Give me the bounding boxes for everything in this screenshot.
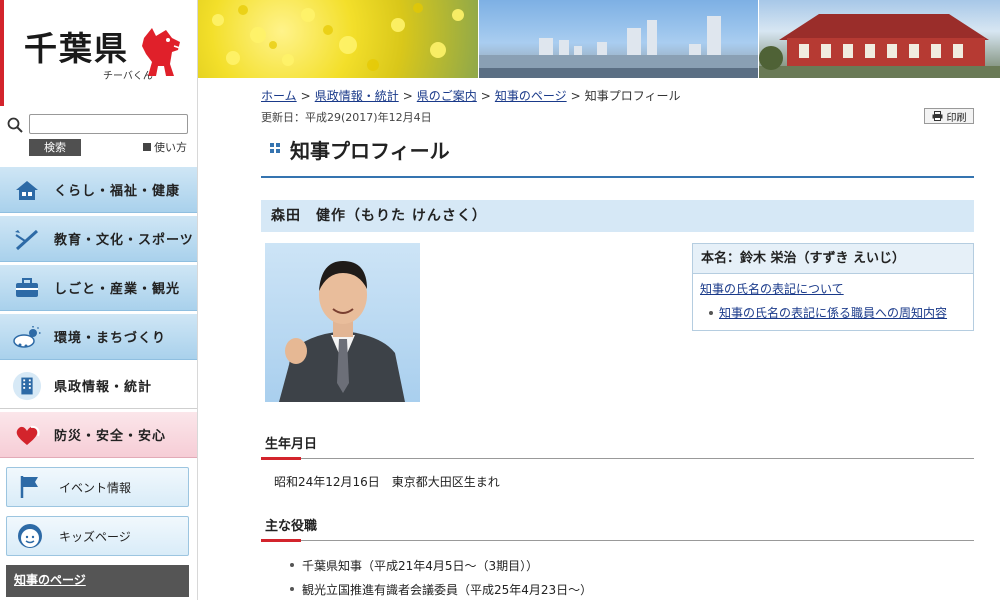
birth-date-heading: 生年月日 bbox=[261, 433, 974, 460]
roles-list: 千葉県知事（平成21年4月5日～（3期目）） 観光立国推進有識者会議委員（平成2… bbox=[290, 553, 592, 600]
search-button[interactable]: 検索 bbox=[29, 139, 81, 156]
building-icon bbox=[12, 371, 42, 401]
briefcase-icon bbox=[12, 273, 42, 303]
search-input[interactable] bbox=[29, 114, 188, 134]
flag-icon bbox=[15, 472, 45, 502]
name-notation-link[interactable]: 知事の氏名の表記について bbox=[700, 280, 844, 297]
sidebar-item-label: 県政情報・統計 bbox=[54, 380, 153, 395]
sidebar-item-label: 教育・文化・スポーツ bbox=[54, 233, 194, 248]
event-info-label: イベント情報 bbox=[59, 480, 132, 495]
breadcrumb-current: 知事プロフィール bbox=[584, 89, 681, 103]
title-grid-icon bbox=[270, 143, 280, 153]
breadcrumb-separator: > bbox=[480, 89, 491, 103]
logo-title: 千葉県 bbox=[24, 29, 129, 68]
pen-icon bbox=[12, 224, 42, 254]
house-icon bbox=[12, 175, 42, 205]
heart-icon bbox=[12, 420, 42, 450]
sidebar-item-label: 環境・まちづくり bbox=[54, 331, 167, 346]
site-logo[interactable]: 千葉県 チーバくん bbox=[0, 0, 198, 106]
role-text: 千葉県知事（平成21年4月5日～（3期目）） bbox=[302, 558, 539, 573]
kid-face-icon bbox=[15, 521, 45, 551]
real-name-heading: 本名：鈴木 栄治（すずき えいじ） bbox=[693, 244, 973, 274]
breadcrumb-separator: > bbox=[402, 89, 413, 103]
kids-page-label: キッズページ bbox=[59, 529, 131, 544]
sidebar-item-label: しごと・産業・観光 bbox=[54, 282, 181, 297]
sidebar-item-living[interactable]: くらし・福祉・健康 bbox=[0, 166, 197, 213]
birth-date-text: 昭和24年12月16日 東京都大田区生まれ bbox=[274, 475, 500, 489]
staff-notice-link[interactable]: 知事の氏名の表記に係る職員への周知内容 bbox=[709, 304, 947, 321]
role-text: 観光立国推進有識者会議委員（平成25年4月23日～） bbox=[302, 582, 593, 597]
bullet-icon bbox=[290, 587, 294, 591]
city-skyline-photo bbox=[479, 0, 758, 78]
breadcrumb-prefecture-guide[interactable]: 県のご案内 bbox=[417, 89, 477, 103]
event-info-button[interactable]: イベント情報 bbox=[6, 467, 189, 507]
governor-page-link[interactable]: 知事のページ bbox=[6, 565, 189, 597]
print-button[interactable]: 印刷 bbox=[924, 108, 974, 124]
search-icon bbox=[7, 117, 23, 133]
page-title-bar: 知事プロフィール bbox=[261, 134, 974, 178]
header-photo-strip bbox=[198, 0, 1000, 78]
main-content: ホーム > 県政情報・統計 > 県のご案内 > 知事のページ > 知事プロフィール 更新日：平成… bbox=[232, 78, 1000, 600]
bullet-icon bbox=[709, 310, 713, 315]
arrow-square-icon bbox=[143, 143, 151, 151]
list-item: 千葉県知事（平成21年4月5日～（3期目）） bbox=[290, 553, 592, 577]
breadcrumb: ホーム > 県政情報・統計 > 県のご案内 > 知事のページ > 知事プロフィール bbox=[261, 87, 680, 104]
sidebar-item-label: くらし・福祉・健康 bbox=[54, 184, 181, 199]
bullet-icon bbox=[290, 563, 294, 567]
breadcrumb-government[interactable]: 県政情報・統計 bbox=[315, 89, 399, 103]
sidebar-item-label: 防災・安全・安心 bbox=[54, 429, 167, 444]
page-title: 知事プロフィール bbox=[290, 139, 450, 163]
printer-icon bbox=[932, 111, 942, 121]
sidebar-item-safety[interactable]: 防災・安全・安心 bbox=[0, 411, 197, 458]
sidebar: 千葉県 チーバくん 検索 使い方 くらし・福祉・健康 教育・文化・スポーツ しご… bbox=[0, 0, 198, 600]
breadcrumb-separator: > bbox=[570, 89, 581, 103]
updated-date: 更新日：平成29(2017)年12月4日 bbox=[261, 111, 432, 124]
logo-accent-bar bbox=[0, 0, 4, 106]
name-heading: 森田 健作（もりた けんさく） bbox=[261, 200, 974, 232]
sidebar-item-government[interactable]: 県政情報・統計 bbox=[0, 362, 197, 409]
breadcrumb-governor-page[interactable]: 知事のページ bbox=[495, 89, 567, 103]
cloud-sun-icon bbox=[12, 322, 42, 352]
staff-notice-label: 知事の氏名の表記に係る職員への周知内容 bbox=[719, 306, 948, 320]
list-item: 観光立国推進有識者会議委員（平成25年4月23日～） bbox=[290, 577, 592, 600]
kids-page-button[interactable]: キッズページ bbox=[6, 516, 189, 556]
sidebar-item-environment[interactable]: 環境・まちづくり bbox=[0, 313, 197, 360]
sidebar-item-work[interactable]: しごと・産業・観光 bbox=[0, 264, 197, 311]
breadcrumb-separator: > bbox=[300, 89, 311, 103]
usage-link[interactable]: 使い方 bbox=[143, 139, 187, 155]
red-brick-house-photo bbox=[759, 0, 1000, 78]
rapeseed-flowers-photo bbox=[198, 0, 478, 78]
real-name-box: 本名：鈴木 栄治（すずき えいじ） 知事の氏名の表記について 知事の氏名の表記に… bbox=[692, 243, 974, 331]
sidebar-item-education[interactable]: 教育・文化・スポーツ bbox=[0, 215, 197, 262]
usage-label: 使い方 bbox=[154, 141, 187, 154]
governor-portrait bbox=[265, 243, 420, 402]
print-label: 印刷 bbox=[946, 112, 967, 124]
roles-heading: 主な役職 bbox=[261, 515, 974, 542]
logo-subtitle: チーバくん bbox=[103, 71, 153, 82]
breadcrumb-home[interactable]: ホーム bbox=[261, 89, 297, 103]
